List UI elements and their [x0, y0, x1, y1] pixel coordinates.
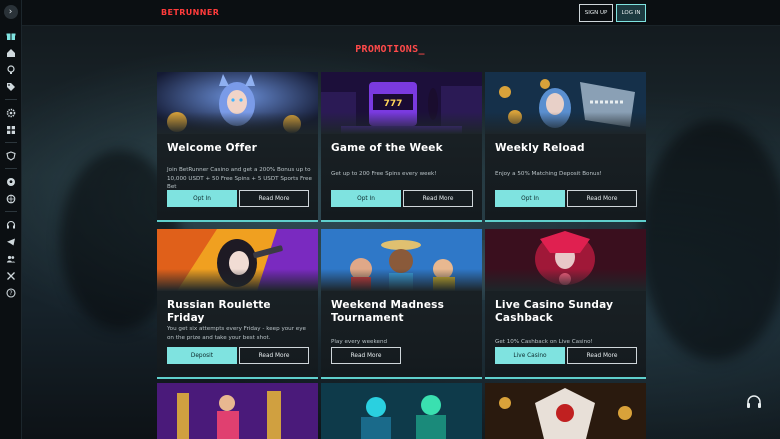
- sidebar-divider: [4, 99, 17, 100]
- people-icon[interactable]: [3, 252, 19, 265]
- help-icon[interactable]: ?: [3, 286, 19, 299]
- promo-description: Play every weekend: [331, 339, 388, 345]
- promo-card-partial[interactable]: [485, 383, 646, 439]
- promo-title: Russian Roulette Friday: [167, 299, 271, 324]
- headset-icon[interactable]: [745, 394, 763, 410]
- chevron-right-icon[interactable]: ›: [3, 5, 18, 19]
- promo-title: Live Casino Sunday Cashback: [495, 299, 614, 324]
- opt-in-button[interactable]: Opt In: [167, 190, 237, 207]
- promo-title: Welcome Offer: [167, 142, 258, 154]
- promo-image: [485, 229, 646, 291]
- tag-icon[interactable]: [3, 80, 19, 93]
- sidebar: › ?: [0, 0, 22, 439]
- background-silhouette: [640, 120, 780, 360]
- lightbulb-icon[interactable]: [3, 63, 19, 76]
- promo-title: Weekend Madness Tournament: [331, 299, 445, 324]
- promo-image: [157, 229, 318, 291]
- basketball-icon[interactable]: [3, 192, 19, 205]
- opt-in-button[interactable]: Opt In: [495, 190, 565, 207]
- promo-card-partial[interactable]: [157, 383, 318, 439]
- promo-card-welcome-offer: Welcome Offer Join BetRunner Casino and …: [157, 72, 318, 222]
- signup-button[interactable]: SIGN UP: [579, 4, 613, 22]
- promo-card-live-casino-sunday-cashback: Live Casino Sunday Cashback Get 10% Cash…: [485, 229, 646, 379]
- promo-description: Get up to 200 Free Spins every week!: [331, 171, 437, 177]
- read-more-button[interactable]: Read More: [567, 347, 637, 364]
- read-more-button[interactable]: Read More: [239, 190, 309, 207]
- promo-image: [485, 72, 646, 134]
- live-casino-button[interactable]: Live Casino: [495, 347, 565, 364]
- read-more-button[interactable]: Read More: [567, 190, 637, 207]
- sidebar-divider: [4, 211, 17, 212]
- promo-card-weekly-reload: Weekly Reload Enjoy a 50% Matching Depos…: [485, 72, 646, 222]
- login-button[interactable]: LOG IN: [616, 4, 646, 22]
- promo-title: Weekly Reload: [495, 142, 585, 154]
- promo-description: Join BetRunner Casino and get a 200% Bon…: [167, 167, 312, 190]
- deposit-button[interactable]: Deposit: [167, 347, 237, 364]
- shield-icon[interactable]: [3, 149, 19, 162]
- headset-icon[interactable]: [3, 218, 19, 231]
- promotions-grid: Welcome Offer Join BetRunner Casino and …: [157, 72, 646, 439]
- telegram-icon[interactable]: [3, 235, 19, 248]
- page-title: PROMOTIONS_: [355, 44, 425, 55]
- soccer-icon[interactable]: [3, 175, 19, 188]
- promo-description: You get six attempts every Friday - keep…: [167, 326, 306, 341]
- promo-description: Get 10% Cashback on Live Casino!: [495, 339, 593, 345]
- svg-text:777: 777: [384, 99, 403, 109]
- read-more-button[interactable]: Read More: [331, 347, 401, 364]
- promo-card-game-of-the-week: 777 Game of the Week Get up to 200 Free …: [321, 72, 482, 222]
- gift-icon[interactable]: [3, 29, 19, 42]
- x-logo-icon[interactable]: [3, 269, 19, 282]
- promo-card-weekend-madness-tournament: Weekend Madness Tournament Play every we…: [321, 229, 482, 379]
- promo-image: 777: [321, 72, 482, 134]
- brand-logo[interactable]: BETRUNNER: [161, 8, 219, 17]
- promo-description: Enjoy a 50% Matching Deposit Bonus!: [495, 171, 602, 177]
- read-more-button[interactable]: Read More: [403, 190, 473, 207]
- opt-in-button[interactable]: Opt In: [331, 190, 401, 207]
- promo-image: [321, 229, 482, 291]
- apps-icon[interactable]: [3, 123, 19, 136]
- sidebar-divider: [4, 142, 17, 143]
- top-header: BETRUNNER SIGN UP LOG IN: [22, 0, 780, 26]
- promo-image: [157, 72, 318, 134]
- sidebar-divider: [4, 168, 17, 169]
- promo-card-russian-roulette-friday: Russian Roulette Friday You get six atte…: [157, 229, 318, 379]
- promo-title: Game of the Week: [331, 142, 443, 154]
- gear-icon[interactable]: [3, 106, 19, 119]
- svg-text:?: ?: [9, 290, 12, 297]
- read-more-button[interactable]: Read More: [239, 347, 309, 364]
- promo-card-partial[interactable]: [321, 383, 482, 439]
